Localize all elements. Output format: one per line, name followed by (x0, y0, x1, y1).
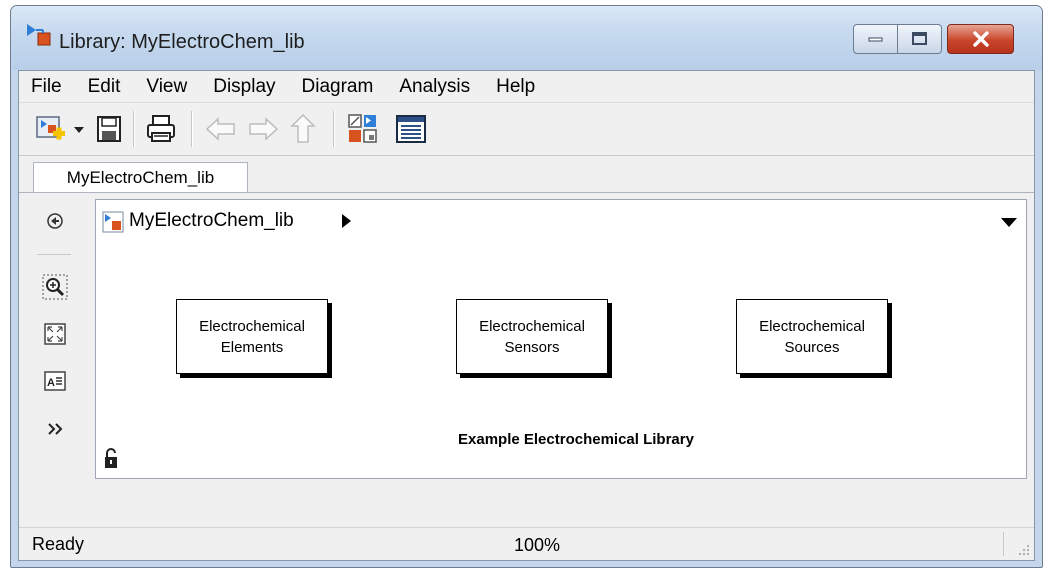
block-label: Electrochemical (199, 317, 305, 335)
more-icon (48, 423, 63, 435)
status-separator (1003, 532, 1004, 556)
save-icon[interactable] (91, 111, 127, 147)
maximize-icon (911, 32, 927, 45)
status-bar: Ready 100% (19, 527, 1034, 560)
address-bar[interactable]: MyElectroChem_lib (95, 199, 1027, 244)
minimize-icon (868, 37, 882, 42)
toolbar-separator (133, 111, 135, 147)
hide-browser-icon (47, 213, 63, 229)
dropdown-arrow-icon[interactable] (71, 111, 87, 147)
window-title: Library: MyElectroChem_lib (59, 31, 305, 53)
block-electrochemical-elements[interactable]: Electrochemical Elements (176, 299, 328, 374)
menu-view[interactable]: View (135, 76, 198, 98)
menu-analysis[interactable]: Analysis (388, 76, 481, 98)
block-electrochemical-sources[interactable]: Electrochemical Sources (736, 299, 888, 374)
annotation-button[interactable]: A (41, 367, 69, 395)
toolbar-separator (333, 111, 335, 147)
menu-bar: File Edit View Display Diagram Analysis … (19, 71, 1034, 103)
title-bar[interactable]: Library: MyElectroChem_lib (11, 6, 1042, 70)
menu-edit[interactable]: Edit (77, 76, 132, 98)
close-icon (972, 31, 989, 47)
lock-icon[interactable] (103, 447, 119, 469)
menu-help[interactable]: Help (485, 76, 546, 98)
tab-myelectrochem-lib[interactable]: MyElectroChem_lib (33, 162, 248, 192)
svg-text:A: A (47, 377, 55, 389)
window-client: File Edit View Display Diagram Analysis … (18, 70, 1035, 561)
tab-bar: MyElectroChem_lib (19, 156, 1034, 193)
library-annotation[interactable]: Example Electrochemical Library (96, 431, 1026, 448)
back-icon[interactable] (203, 111, 239, 147)
zoom-level: 100% (514, 535, 561, 555)
model-browser-icon[interactable] (345, 111, 381, 147)
fit-to-view-button[interactable] (41, 320, 69, 348)
fit-to-view-icon (44, 323, 66, 345)
annotation-icon: A (44, 371, 66, 391)
diagram-canvas[interactable]: Electrochemical Elements Electrochemical… (95, 243, 1027, 479)
chevron-down-icon[interactable] (1001, 218, 1017, 227)
maximize-button[interactable] (897, 24, 942, 54)
zoom-icon (42, 274, 68, 300)
library-model-icon (102, 211, 124, 233)
close-button[interactable] (947, 24, 1014, 54)
up-icon[interactable] (285, 111, 321, 147)
library-browser-icon[interactable] (393, 111, 429, 147)
block-label: Electrochemical (759, 317, 865, 335)
block-label: Sources (784, 338, 840, 356)
print-icon[interactable] (143, 111, 179, 147)
toolbar (19, 103, 1034, 156)
minimize-button[interactable] (853, 24, 898, 54)
status-text: Ready (32, 534, 85, 554)
forward-icon[interactable] (245, 111, 281, 147)
resize-grip-icon[interactable] (1017, 543, 1031, 557)
palette-separator (37, 254, 71, 255)
breadcrumb-arrow-icon[interactable] (342, 214, 351, 228)
app-window: Library: MyElectroChem_lib File Edit Vie… (10, 5, 1043, 568)
menu-diagram[interactable]: Diagram (291, 76, 385, 98)
new-library-icon[interactable] (33, 111, 69, 147)
hide-browser-button[interactable] (41, 207, 69, 235)
toolbar-separator (191, 111, 193, 147)
zoom-button[interactable] (41, 273, 69, 301)
block-label: Elements (220, 338, 284, 356)
menu-file[interactable]: File (19, 76, 73, 98)
breadcrumb[interactable]: MyElectroChem_lib (129, 210, 294, 232)
block-electrochemical-sensors[interactable]: Electrochemical Sensors (456, 299, 608, 374)
more-button[interactable] (41, 415, 69, 443)
left-palette: A (19, 193, 93, 527)
block-label: Sensors (504, 338, 560, 356)
block-label: Electrochemical (479, 317, 585, 335)
menu-display[interactable]: Display (202, 76, 286, 98)
simulink-library-icon (27, 24, 51, 46)
